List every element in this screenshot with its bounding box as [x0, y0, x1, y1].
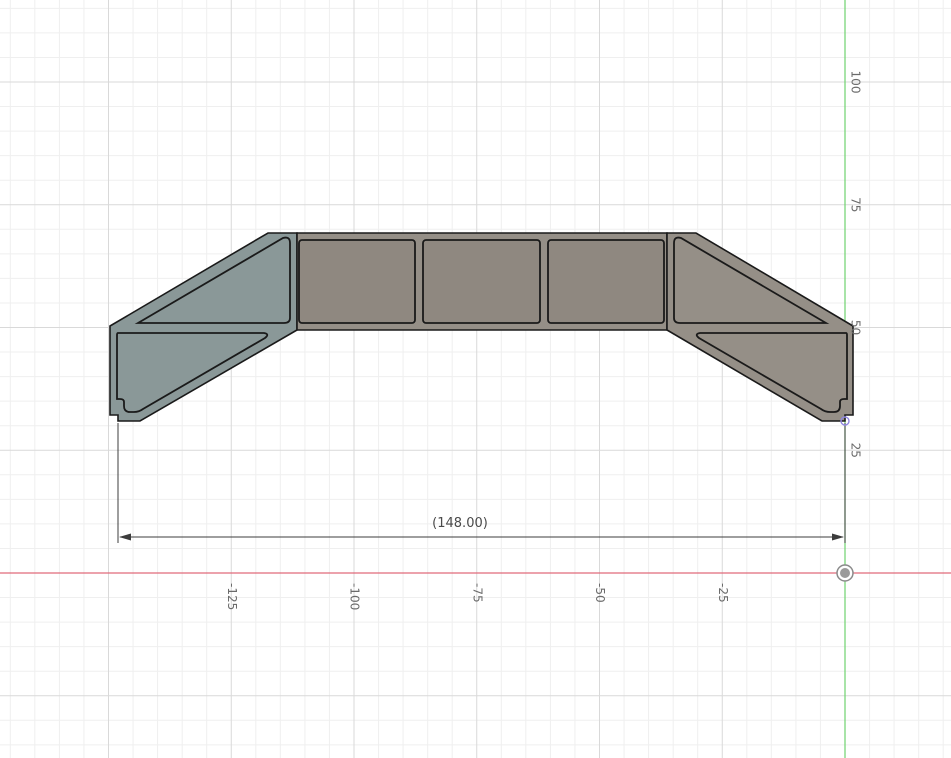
dimension-label[interactable]: (148.00): [432, 516, 488, 531]
cell-center-3[interactable]: [547, 239, 665, 324]
cell-center-1[interactable]: [298, 239, 416, 324]
y-tick-label: 75: [849, 197, 863, 212]
y-tick-label: 50: [849, 320, 863, 335]
x-tick-label: -75: [470, 583, 484, 603]
x-tick-label: -50: [593, 583, 607, 603]
cell-center-2[interactable]: [422, 239, 541, 324]
origin-point-icon[interactable]: [836, 564, 854, 582]
x-tick-label: -100: [348, 583, 362, 610]
y-tick-label: 100: [849, 71, 863, 94]
sketch-canvas[interactable]: (148.00) -125 -100 -75 -50 -25 100 75 50 25: [0, 0, 951, 758]
x-tick-label: -25: [716, 583, 730, 603]
x-tick-label: -125: [225, 583, 239, 610]
y-tick-label: 25: [849, 443, 863, 458]
